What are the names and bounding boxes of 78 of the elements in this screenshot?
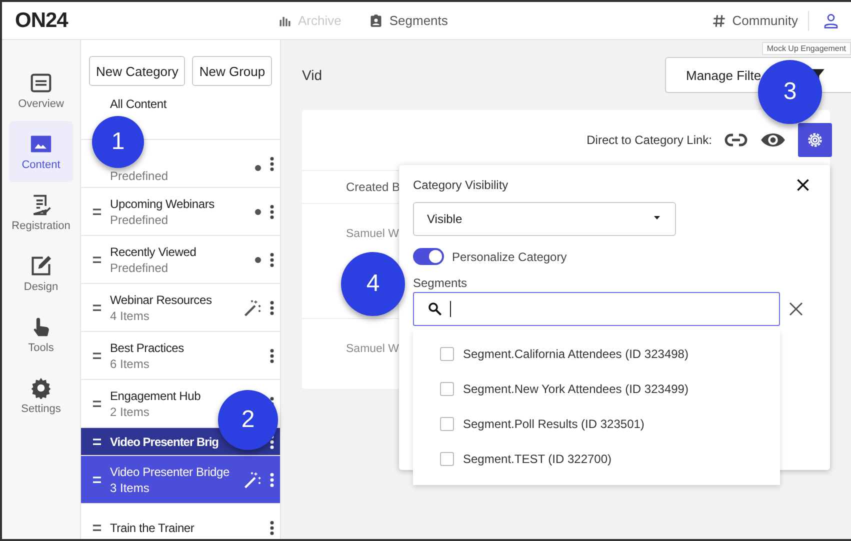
close-icon bbox=[788, 301, 804, 317]
table-cell: Samuel W bbox=[346, 228, 400, 240]
dot-icon bbox=[255, 208, 261, 214]
segment-option[interactable]: Segment.TEST (ID 322700) bbox=[413, 441, 780, 476]
hash-icon bbox=[712, 14, 726, 28]
close-button[interactable] bbox=[796, 178, 810, 192]
more-vertical-icon bbox=[270, 472, 274, 486]
more-vertical-icon bbox=[270, 157, 274, 171]
segment-option[interactable]: Segment.New York Attendees (ID 323499) bbox=[413, 371, 780, 406]
dot-icon bbox=[255, 256, 261, 262]
segment-option[interactable]: Segment.Poll Results (ID 323501) bbox=[413, 406, 780, 441]
category-item[interactable]: Video Presenter Bridge 3 Items bbox=[81, 456, 280, 504]
category-title: Video Presenter Bridge bbox=[110, 464, 230, 478]
category-subtitle: Predefined bbox=[110, 169, 168, 183]
user-icon bbox=[823, 12, 839, 28]
category-subtitle: 6 Items bbox=[110, 356, 150, 370]
segment-option[interactable]: Segment.California Attendees (ID 323498) bbox=[413, 336, 780, 371]
nav-link[interactable]: Segments bbox=[369, 13, 448, 28]
category-item[interactable]: Upcoming Webinars Predefined bbox=[81, 188, 280, 236]
category-item[interactable]: Train the Trainer bbox=[81, 504, 280, 539]
magic-wand-icon bbox=[243, 298, 261, 316]
category-subtitle: Predefined bbox=[110, 260, 168, 274]
close-icon bbox=[796, 178, 810, 192]
page-title: Vid bbox=[302, 67, 322, 83]
checkbox[interactable] bbox=[440, 382, 454, 396]
new-button[interactable]: New Category bbox=[89, 56, 186, 86]
checkbox[interactable] bbox=[440, 452, 454, 466]
dot-icon bbox=[255, 165, 261, 171]
category-title: Best Practices bbox=[110, 340, 184, 354]
category-subtitle: 2 Items bbox=[110, 404, 150, 418]
category-item[interactable]: Best Practices 6 Items bbox=[81, 332, 280, 380]
category-title: Recently Viewed bbox=[110, 244, 196, 258]
settings-button[interactable] bbox=[798, 123, 832, 157]
sidebar-item[interactable]: Settings bbox=[9, 365, 73, 426]
magic-wand-icon bbox=[243, 470, 261, 488]
segments-label: Segments bbox=[413, 276, 468, 290]
logo: ON24 bbox=[15, 8, 70, 32]
toggle-label: Personalize Category bbox=[452, 250, 567, 264]
sidebar-item[interactable]: Registration bbox=[9, 182, 73, 243]
new-button[interactable]: New Group bbox=[192, 56, 272, 86]
category-subtitle: 4 Items bbox=[110, 308, 150, 322]
category-subtitle: Predefined bbox=[110, 212, 168, 226]
settings-icon bbox=[806, 131, 824, 149]
search-field[interactable] bbox=[413, 292, 780, 326]
sidebar-item[interactable]: Design bbox=[9, 243, 73, 304]
more-vertical-icon bbox=[270, 204, 274, 218]
category-title: Webinar Resources bbox=[110, 292, 212, 306]
window-icon bbox=[30, 72, 52, 94]
category-subtitle: 3 Items bbox=[110, 480, 150, 494]
more-vertical-icon bbox=[270, 520, 274, 534]
caret-icon bbox=[652, 216, 662, 222]
settings-icon bbox=[30, 376, 52, 398]
tooltip: Mock Up Engagement bbox=[762, 42, 851, 55]
visibility-label: Category Visibility bbox=[413, 178, 508, 192]
category-item[interactable]: Recently Viewed Predefined bbox=[81, 236, 280, 284]
category-title: Upcoming Webinars bbox=[110, 196, 214, 210]
checkbox[interactable] bbox=[440, 416, 454, 430]
more-vertical-icon bbox=[270, 348, 274, 362]
category-title: All Content bbox=[110, 97, 166, 111]
community-link[interactable]: Community bbox=[712, 13, 798, 28]
pencil-square-icon bbox=[30, 254, 52, 276]
checkbox[interactable] bbox=[440, 346, 454, 360]
category-item[interactable]: Webinar Resources 4 Items bbox=[81, 284, 280, 332]
clear-button[interactable] bbox=[788, 301, 804, 317]
visibility-dropdown[interactable]: Visible bbox=[413, 202, 676, 236]
category-title: Engagement Hub bbox=[110, 388, 201, 402]
category-title: Video Presenter Brig bbox=[110, 434, 218, 448]
toggle-switch[interactable] bbox=[413, 248, 444, 265]
table-cell: Samuel W bbox=[346, 343, 400, 355]
person-badge-icon bbox=[369, 14, 384, 28]
category-title: Train the Trainer bbox=[110, 520, 194, 534]
sidebar-item[interactable]: Overview bbox=[9, 60, 73, 121]
sidebar-item[interactable]: Content bbox=[9, 121, 73, 182]
more-vertical-icon bbox=[270, 300, 274, 314]
link-label: Direct to Category Link: bbox=[586, 133, 712, 147]
more-vertical-icon bbox=[270, 252, 274, 266]
sidebar-item[interactable]: Tools bbox=[9, 304, 73, 365]
search-icon bbox=[428, 302, 442, 316]
